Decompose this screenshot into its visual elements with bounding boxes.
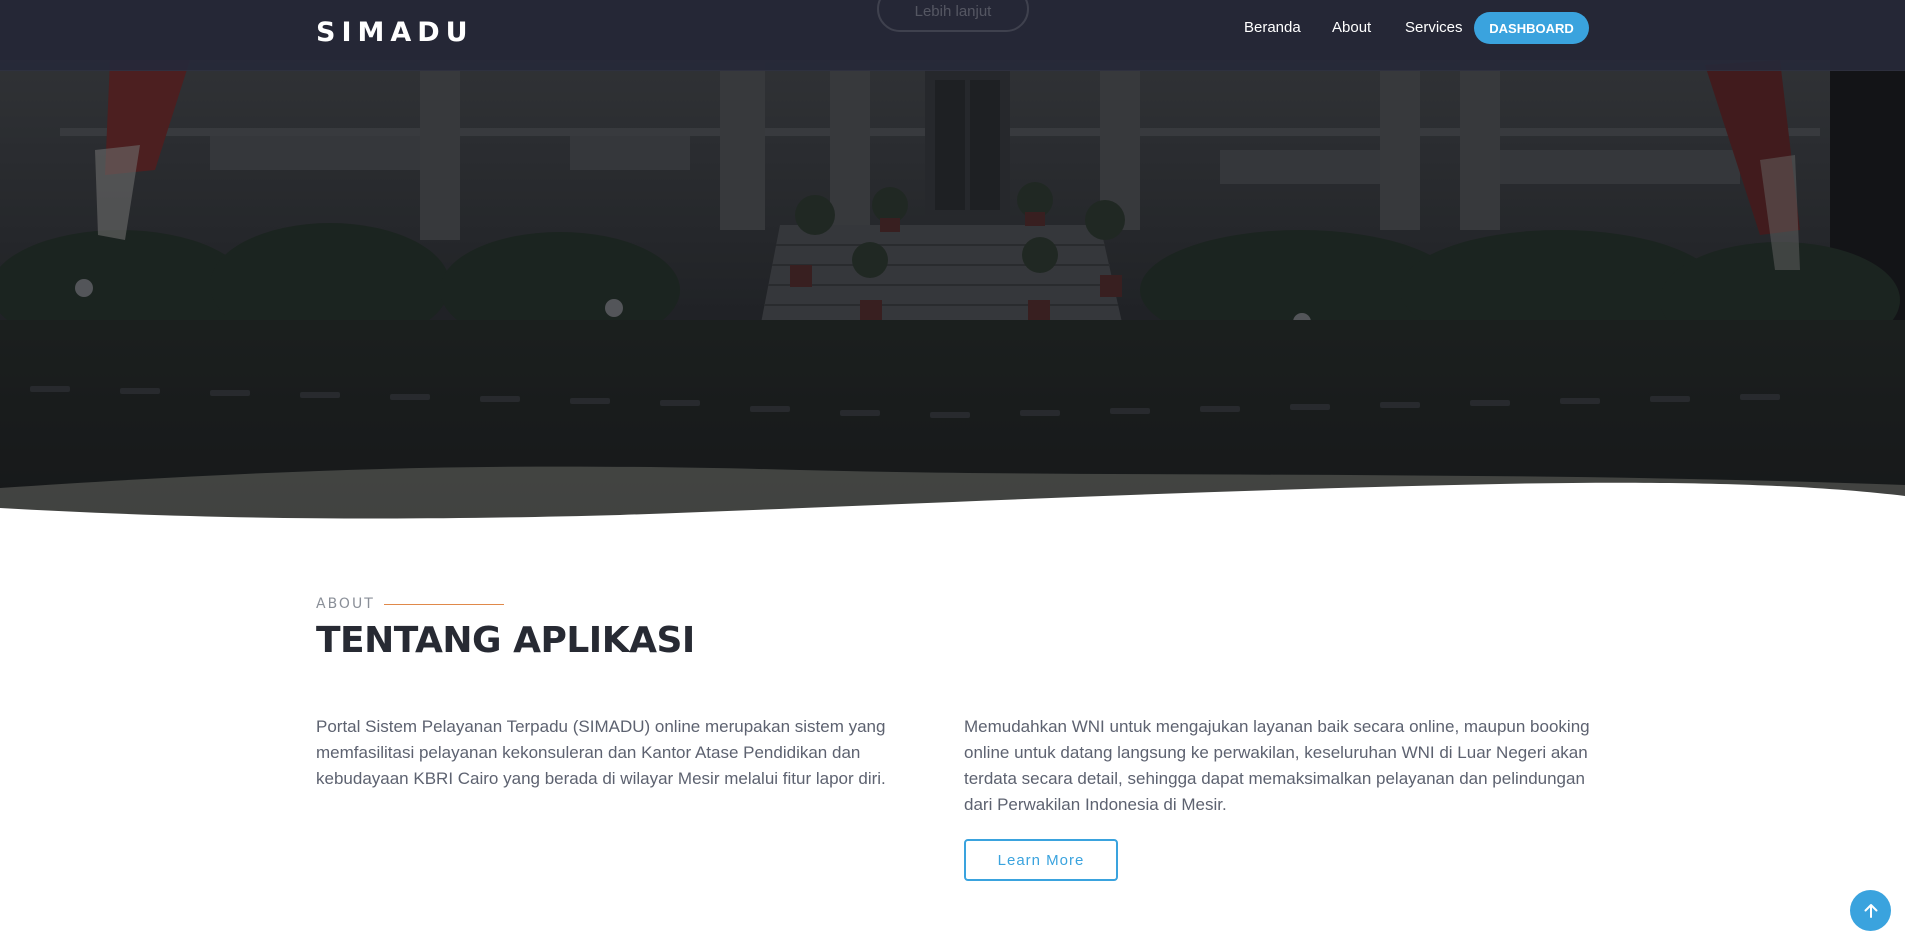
scroll-to-top-button[interactable] [1850,890,1891,931]
hero-cta-button[interactable]: Lebih lanjut [877,0,1029,32]
section-title: TENTANG APLIKASI [316,620,695,661]
about-description-left: Portal Sistem Pelayanan Terpadu (SIMADU)… [316,717,886,788]
nav-link-beranda[interactable]: Beranda [1244,19,1301,36]
learn-more-button[interactable]: Learn More [964,839,1118,881]
navbar: SIMADU Lebih lanjut Beranda About Servic… [0,0,1905,71]
arrow-up-icon [1864,903,1877,918]
nav-link-services[interactable]: Services [1405,19,1463,36]
hero-background-image [0,0,1905,521]
section-eyebrow: ABOUT [316,596,375,612]
brand-logo[interactable]: SIMADU [316,17,474,48]
dashboard-button[interactable]: DASHBOARD [1474,12,1589,44]
about-description-right: Memudahkan WNI untuk mengajukan layanan … [964,717,1590,814]
hero-banner [0,0,1905,521]
nav-link-about[interactable]: About [1332,19,1371,36]
eyebrow-divider [384,604,504,605]
